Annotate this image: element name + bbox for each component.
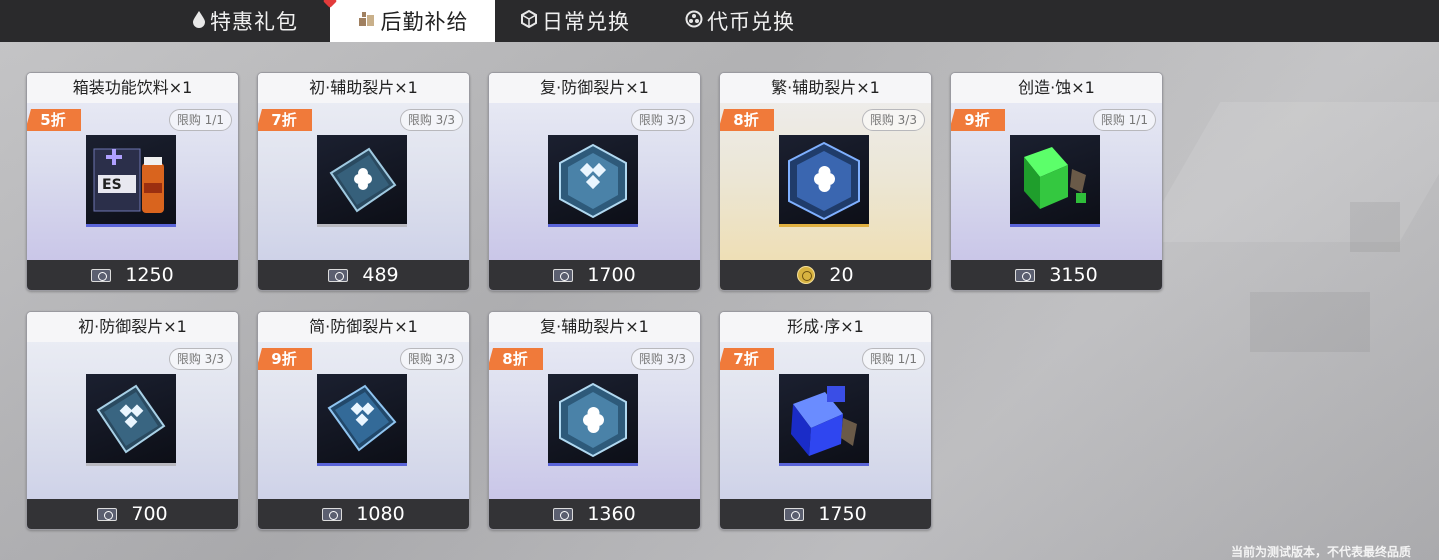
rarity-bar bbox=[548, 224, 638, 227]
test-version-notice: 当前为测试版本，不代表最终品质 bbox=[1230, 545, 1411, 559]
price-bar: 3150 bbox=[951, 260, 1162, 290]
item-title: 复·防御裂片×1 bbox=[489, 73, 700, 103]
tab-label: 代币兑换 bbox=[707, 10, 795, 34]
shop-item-card[interactable]: 简·防御裂片×1 9折 限购 3/3 1080 bbox=[257, 311, 470, 530]
discount-badge: 8折 bbox=[489, 348, 543, 370]
tab-bar: 特惠礼包 后勤补给 日常兑换 代币兑换 bbox=[0, 0, 1439, 42]
credit-icon bbox=[1015, 268, 1036, 282]
discount-badge: 9折 bbox=[258, 348, 312, 370]
tab-token-exchange[interactable]: 代币兑换 bbox=[670, 0, 810, 42]
discount-badge: 5折 bbox=[27, 109, 81, 131]
price-bar: 1250 bbox=[27, 260, 238, 290]
drop-icon bbox=[192, 10, 206, 33]
rarity-bar bbox=[317, 224, 407, 227]
shop-item-card[interactable]: 初·防御裂片×1 限购 3/3 700 bbox=[26, 311, 239, 530]
shop-item-card[interactable]: 复·防御裂片×1 限购 3/3 1700 bbox=[488, 72, 701, 291]
tab-special-packs[interactable]: 特惠礼包 bbox=[170, 0, 320, 42]
rarity-bar bbox=[1010, 224, 1100, 227]
blue-cube-icon bbox=[779, 374, 869, 466]
item-title: 繁·辅助裂片×1 bbox=[720, 73, 931, 103]
discount-badge: 8折 bbox=[720, 109, 774, 131]
purchase-limit: 限购 3/3 bbox=[630, 109, 694, 131]
item-title: 复·辅助裂片×1 bbox=[489, 312, 700, 342]
credit-icon bbox=[91, 268, 112, 282]
discount-badge: 9折 bbox=[951, 109, 1005, 131]
rarity-bar bbox=[86, 463, 176, 466]
rarity-bar bbox=[779, 224, 869, 227]
price-bar: 489 bbox=[258, 260, 469, 290]
rarity-bar bbox=[779, 463, 869, 466]
defense-shard-icon bbox=[86, 374, 176, 466]
background-decoration bbox=[1350, 202, 1400, 252]
tab-daily-exchange[interactable]: 日常兑换 bbox=[505, 0, 645, 42]
rarity-bar bbox=[86, 224, 176, 227]
shop-item-card[interactable]: 创造·蚀×1 9折 限购 1/1 3150 bbox=[950, 72, 1163, 291]
item-price: 20 bbox=[829, 264, 854, 286]
credit-icon bbox=[322, 507, 343, 521]
item-title: 初·防御裂片×1 bbox=[27, 312, 238, 342]
gold-token-icon bbox=[797, 266, 816, 284]
purchase-limit: 限购 3/3 bbox=[399, 109, 463, 131]
item-price: 1250 bbox=[125, 264, 174, 286]
purchase-limit: 限购 1/1 bbox=[168, 109, 232, 131]
item-title: 箱装功能饮料×1 bbox=[27, 73, 238, 103]
item-price: 1360 bbox=[587, 503, 636, 525]
price-bar: 1360 bbox=[489, 499, 700, 529]
purchase-limit: 限购 3/3 bbox=[168, 348, 232, 370]
item-price: 700 bbox=[131, 503, 168, 525]
item-price: 1080 bbox=[356, 503, 405, 525]
background-decoration bbox=[1250, 292, 1370, 352]
tab-label: 特惠礼包 bbox=[210, 10, 298, 34]
purchase-limit: 限购 1/1 bbox=[1092, 109, 1156, 131]
purchase-limit: 限购 3/3 bbox=[861, 109, 925, 131]
item-price: 1700 bbox=[587, 264, 636, 286]
defense-shard-icon bbox=[548, 135, 638, 227]
item-title: 简·防御裂片×1 bbox=[258, 312, 469, 342]
purchase-limit: 限购 3/3 bbox=[399, 348, 463, 370]
price-bar: 1080 bbox=[258, 499, 469, 529]
shop-item-card[interactable]: 繁·辅助裂片×1 8折 限购 3/3 20 bbox=[719, 72, 932, 291]
credit-icon bbox=[553, 507, 574, 521]
item-title: 创造·蚀×1 bbox=[951, 73, 1162, 103]
credit-icon bbox=[784, 507, 805, 521]
purchase-limit: 限购 1/1 bbox=[861, 348, 925, 370]
item-title: 形成·序×1 bbox=[720, 312, 931, 342]
discount-badge: 7折 bbox=[258, 109, 312, 131]
cube-icon bbox=[520, 9, 538, 33]
price-bar: 20 bbox=[720, 260, 931, 290]
credit-icon bbox=[328, 268, 349, 282]
shop-item-card[interactable]: 初·辅助裂片×1 7折 限购 3/3 489 bbox=[257, 72, 470, 291]
tab-label: 日常兑换 bbox=[542, 10, 630, 34]
credit-icon bbox=[97, 507, 118, 521]
support-shard-icon bbox=[779, 135, 869, 227]
svg-text:ES: ES bbox=[102, 177, 122, 193]
credit-icon bbox=[553, 268, 574, 282]
shop-item-card[interactable]: 箱装功能饮料×1 5折 限购 1/1 ES 1250 bbox=[26, 72, 239, 291]
tab-logistics-supply[interactable]: 后勤补给 bbox=[330, 0, 495, 42]
rarity-bar bbox=[548, 463, 638, 466]
shop-item-card[interactable]: 复·辅助裂片×1 8折 限购 3/3 1360 bbox=[488, 311, 701, 530]
item-price: 489 bbox=[362, 264, 399, 286]
drink-box-icon: ES bbox=[86, 135, 176, 227]
green-cube-icon bbox=[1010, 135, 1100, 227]
item-title: 初·辅助裂片×1 bbox=[258, 73, 469, 103]
support-shard-icon bbox=[548, 374, 638, 466]
item-price: 3150 bbox=[1049, 264, 1098, 286]
item-price: 1750 bbox=[818, 503, 867, 525]
discount-badge: 7折 bbox=[720, 348, 774, 370]
rarity-bar bbox=[317, 463, 407, 466]
token-icon bbox=[685, 10, 703, 33]
price-bar: 1750 bbox=[720, 499, 931, 529]
defense-shard-icon bbox=[317, 374, 407, 466]
purchase-limit: 限购 3/3 bbox=[630, 348, 694, 370]
supply-icon bbox=[357, 10, 377, 33]
shop-item-card[interactable]: 形成·序×1 7折 限购 1/1 1750 bbox=[719, 311, 932, 530]
price-bar: 1700 bbox=[489, 260, 700, 290]
support-shard-icon bbox=[317, 135, 407, 227]
price-bar: 700 bbox=[27, 499, 238, 529]
tab-label: 后勤补给 bbox=[380, 10, 469, 34]
